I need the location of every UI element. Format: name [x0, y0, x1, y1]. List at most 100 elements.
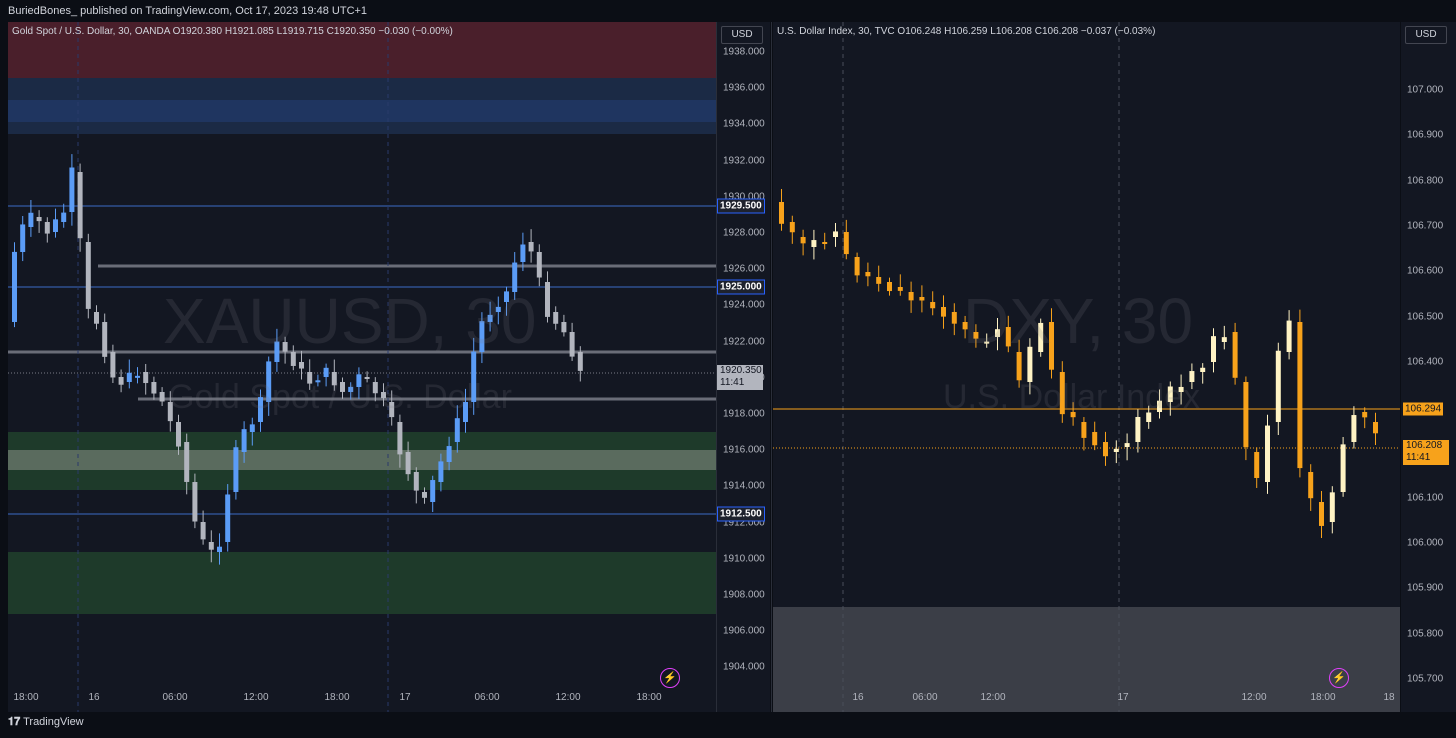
- candle-body: [800, 237, 806, 244]
- candle-body: [569, 332, 575, 357]
- candle-body: [102, 322, 108, 357]
- level-badge-1925: 1925.000: [717, 279, 765, 295]
- price-tick: 1908.000: [723, 589, 765, 601]
- candle-body: [176, 422, 181, 447]
- price-tick: 1924.000: [723, 299, 765, 311]
- candle-body: [897, 287, 903, 291]
- candle-body: [1113, 448, 1119, 452]
- time-tick: 06:00: [912, 692, 938, 703]
- candle-body: [1221, 337, 1227, 342]
- candle-body: [887, 282, 892, 292]
- candle-body: [1135, 416, 1141, 442]
- candle-body: [1297, 322, 1303, 469]
- candle-body: [577, 352, 583, 371]
- gold-chart-canvas[interactable]: [8, 22, 716, 712]
- candle-body: [61, 212, 67, 222]
- candle-body: [118, 377, 124, 385]
- time-tick: 18:00: [13, 692, 39, 703]
- candle-body: [77, 172, 83, 239]
- candle-body: [135, 375, 140, 378]
- candle-body: [854, 257, 860, 276]
- gold-price-axis[interactable]: USD 1938.000 1936.000 1934.000 1932.000 1930…: [717, 22, 770, 712]
- candle-body: [1340, 444, 1346, 492]
- price-tick: 1906.000: [723, 625, 765, 637]
- time-tick: 17: [399, 692, 411, 703]
- candle-body: [249, 424, 255, 432]
- candle-body: [241, 429, 247, 452]
- gold-time-axis[interactable]: 18:00 16 06:00 12:00 18:00 17 06:00 12:00 18:00: [8, 686, 716, 710]
- price-tick: 1916.000: [723, 444, 765, 456]
- time-tick: 06:00: [474, 692, 500, 703]
- price-tick: 106.000: [1407, 537, 1444, 549]
- candle-body: [1232, 332, 1238, 378]
- candle-body: [528, 242, 534, 252]
- gold-chart-pane[interactable]: XAUUSD, 30 Gold Spot / U.S. Dollar Gold …: [8, 22, 716, 712]
- candle-body: [561, 322, 567, 333]
- candle-body: [1329, 492, 1335, 522]
- lightning-icon[interactable]: ⚡: [1329, 668, 1349, 688]
- price-tick: 106.600: [1407, 265, 1444, 277]
- candle-body: [520, 244, 526, 262]
- candle-body: [12, 251, 17, 322]
- price-tick: 106.500: [1407, 311, 1444, 322]
- candle-body: [553, 312, 559, 324]
- price-tick: 105.800: [1407, 628, 1444, 640]
- dxy-last-price: 106.208: [1406, 440, 1443, 451]
- candle-body: [422, 492, 427, 498]
- dxy-chart-canvas[interactable]: [773, 22, 1400, 712]
- lightning-icon[interactable]: ⚡: [660, 668, 680, 688]
- candle-body: [1275, 350, 1281, 422]
- candle-body: [822, 242, 828, 244]
- time-tick: 12:00: [1241, 692, 1267, 703]
- brand-label: TradingView: [23, 716, 84, 728]
- dxy-chart-pane[interactable]: DXY, 30 U.S. Dollar Index U.S. Dollar In…: [773, 22, 1400, 712]
- dxy-legend[interactable]: U.S. Dollar Index, 30, TVC O106.248 H106…: [777, 26, 1155, 37]
- gold-last-price: 1920.350: [720, 365, 762, 376]
- gold-watermark-symbol: XAUUSD, 30: [163, 285, 537, 357]
- dxy-watermark-symbol: DXY, 30: [963, 285, 1194, 357]
- time-tick: 12:00: [980, 692, 1006, 703]
- candle-body: [225, 494, 231, 542]
- candle-body: [779, 202, 784, 224]
- divider: [771, 22, 772, 712]
- candle-body: [446, 446, 452, 462]
- dxy-time-axis[interactable]: 16 06:00 12:00 17 12:00 18:00 18: [773, 686, 1400, 710]
- candle-body: [438, 461, 444, 482]
- candle-body: [200, 522, 206, 540]
- candle-body: [951, 312, 957, 324]
- candle-body: [430, 480, 436, 502]
- gold-currency-button[interactable]: USD: [721, 26, 763, 44]
- candle-body: [233, 447, 239, 492]
- price-tick: 1922.000: [723, 336, 765, 348]
- level-badge-1912: 1912.500: [717, 506, 765, 522]
- dxy-price-axis[interactable]: USD 107.000 106.900 106.800 106.700 106.600 1…: [1401, 22, 1456, 712]
- candle-body: [69, 167, 75, 212]
- candle-body: [908, 292, 914, 301]
- candle-body: [1351, 415, 1357, 442]
- candle-body: [1243, 382, 1249, 448]
- gold-legend[interactable]: Gold Spot / U.S. Dollar, 30, OANDA O1920…: [12, 26, 453, 37]
- candle-body: [1124, 443, 1130, 447]
- candle-body: [1200, 367, 1206, 372]
- candle-body: [811, 240, 817, 247]
- tradingview-brand[interactable]: 𝟏𝟕 TradingView: [8, 716, 84, 729]
- price-tick: 1938.000: [723, 46, 765, 58]
- candle-body: [28, 212, 34, 227]
- dxy-currency-button[interactable]: USD: [1405, 26, 1447, 44]
- time-tick: 16: [88, 692, 100, 703]
- price-tick: 106.800: [1407, 175, 1444, 187]
- dxy-last-price-badge: 106.208 11:41: [1403, 440, 1449, 465]
- gold-watermark-desc: Gold Spot / U.S. Dollar: [168, 378, 512, 416]
- gold-countdown: 11:41: [720, 377, 745, 388]
- candle-body: [1319, 502, 1324, 526]
- dxy-level-badge: 106.294: [1403, 402, 1444, 416]
- candle-body: [545, 282, 550, 317]
- candle-body: [397, 422, 403, 455]
- candle-body: [44, 222, 50, 234]
- candle-body: [110, 352, 116, 378]
- candle-body: [930, 302, 936, 309]
- candle-body: [85, 242, 91, 309]
- price-tick: 107.000: [1407, 84, 1444, 96]
- price-tick: 1936.000: [723, 82, 765, 94]
- price-tick: 1928.000: [723, 227, 765, 239]
